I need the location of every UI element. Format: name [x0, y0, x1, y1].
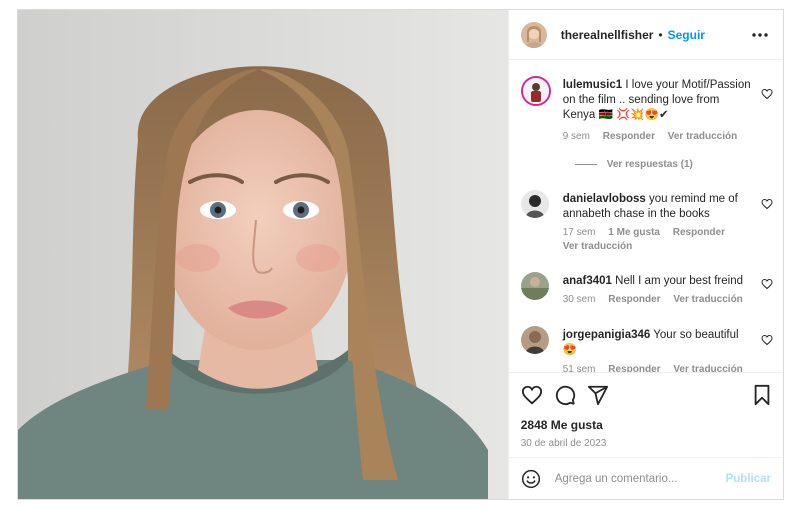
comment-time: 30 sem — [562, 294, 596, 305]
translate-button[interactable]: Ver traducción — [563, 241, 632, 252]
comment-meta: 17 sem 1 Me gusta Responder — [563, 227, 735, 238]
comment-emojis: 😍 — [562, 344, 578, 356]
comment-body: anaf3401 Nell I am your best freind — [563, 274, 753, 289]
more-options-icon[interactable] — [751, 27, 769, 43]
likes-count[interactable]: 2848 Me gusta — [509, 418, 783, 432]
post-modal: therealnellfisher • Seguir lulemusic1 I … — [17, 9, 784, 500]
reply-button[interactable]: Responder — [608, 294, 660, 305]
bookmark-icon[interactable] — [751, 384, 773, 406]
commenter-username[interactable]: danielavloboss — [563, 193, 646, 205]
post-header: therealnellfisher • Seguir — [508, 10, 783, 60]
comment-body: lulemusic1 I love your Motif/Passion on … — [563, 78, 753, 123]
translate-button[interactable]: Ver traducción — [673, 364, 742, 372]
comment-item: danielavloboss you remind me of annabeth… — [520, 190, 773, 260]
post-date: 30 de abril de 2023 — [520, 438, 607, 449]
comment-text: Your so beautiful — [653, 329, 739, 341]
comment-meta-2: Ver traducción — [563, 241, 642, 252]
comment-item: jorgepanigia346 Your so beautiful 😍 51 s… — [520, 326, 773, 372]
comment-text: Nell I am your best freind — [615, 275, 743, 287]
view-replies-label: Ver respuestas (1) — [606, 159, 693, 170]
comment-composer: Publicar — [508, 457, 783, 499]
heart-icon[interactable] — [761, 334, 773, 346]
comment-meta: 30 sem Responder Ver traducción — [563, 294, 753, 305]
comments-list[interactable]: lulemusic1 I love your Motif/Passion on … — [509, 60, 783, 372]
reply-button[interactable]: Responder — [673, 227, 725, 238]
comment-time: 17 sem — [562, 227, 596, 238]
heart-icon[interactable] — [761, 278, 773, 290]
comment-input[interactable] — [554, 472, 726, 485]
translate-button[interactable]: Ver traducción — [668, 131, 737, 142]
heart-icon[interactable] — [761, 88, 773, 100]
heart-icon[interactable] — [521, 384, 543, 406]
share-icon[interactable] — [587, 384, 609, 406]
replies-divider — [574, 163, 597, 165]
commenter-username[interactable]: anaf3401 — [563, 275, 612, 287]
comment-body: jorgepanigia346 Your so beautiful 😍 — [563, 328, 753, 358]
comment-item: anaf3401 Nell I am your best freind 30 s… — [520, 272, 773, 312]
post-actions-bar — [508, 372, 783, 414]
commenter-avatar[interactable] — [520, 272, 549, 300]
comment-icon[interactable] — [554, 384, 576, 406]
reply-button[interactable]: Responder — [603, 131, 655, 142]
comment-likes[interactable]: 1 Me gusta — [608, 227, 660, 238]
comment-time: 9 sem — [562, 131, 590, 142]
view-replies-button[interactable]: Ver respuestas (1) — [574, 159, 693, 170]
commenter-username[interactable]: lulemusic1 — [563, 79, 622, 91]
commenter-avatar[interactable] — [520, 190, 549, 218]
commenter-avatar[interactable] — [520, 76, 551, 106]
comment-time: 51 sem — [562, 364, 596, 372]
author-username[interactable]: therealnellfisher — [561, 28, 654, 42]
portrait-image — [18, 10, 508, 499]
post-side-panel: therealnellfisher • Seguir lulemusic1 I … — [507, 10, 783, 499]
comment-emojis: 🇰🇪 💢💥😍✔ — [598, 109, 669, 121]
emoji-icon[interactable] — [521, 469, 541, 489]
comment-body: danielavloboss you remind me of annabeth… — [563, 192, 753, 222]
post-photo[interactable] — [18, 10, 508, 499]
heart-icon[interactable] — [761, 198, 773, 210]
separator-dot: • — [658, 27, 663, 42]
comment-meta: 9 sem Responder Ver traducción — [563, 131, 748, 142]
post-comment-button[interactable]: Publicar — [726, 473, 771, 485]
comment-meta: 51 sem Responder Ver traducción — [563, 364, 753, 372]
follow-button[interactable]: Seguir — [668, 28, 705, 42]
commenter-username[interactable]: jorgepanigia346 — [563, 329, 651, 341]
commenter-avatar[interactable] — [520, 326, 549, 354]
translate-button[interactable]: Ver traducción — [673, 294, 742, 305]
reply-button[interactable]: Responder — [608, 364, 660, 372]
author-avatar[interactable] — [520, 21, 547, 48]
